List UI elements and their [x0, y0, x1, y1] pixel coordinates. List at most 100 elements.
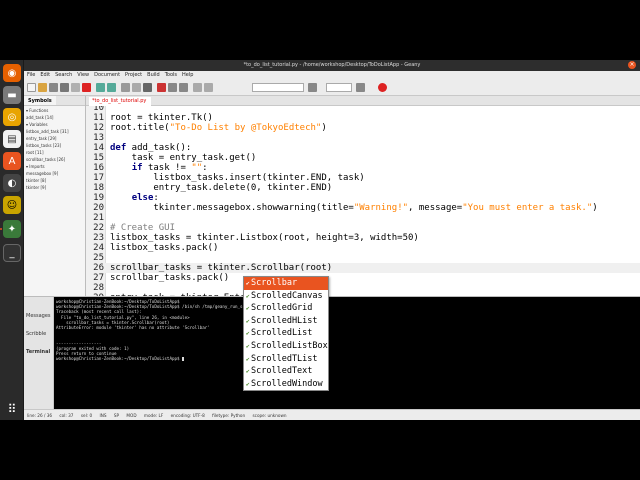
editor: *to_do_list_tutorial.py 10 11 root = tkint…: [86, 96, 640, 296]
goto-line-input[interactable]: [326, 83, 352, 92]
save-icon[interactable]: [49, 83, 58, 92]
tree-item[interactable]: add_task [14]: [26, 114, 83, 121]
code-line[interactable]: 17 listbox_tasks.insert(tkinter.END, tas…: [86, 173, 640, 183]
code-line[interactable]: 12 root.title("To-Do List by @TokyoEdtech…: [86, 123, 640, 133]
close-file-icon[interactable]: [82, 83, 91, 92]
menu-view[interactable]: View: [77, 71, 89, 80]
forward-icon[interactable]: [107, 83, 116, 92]
code-line[interactable]: 28: [86, 283, 640, 293]
tree-item[interactable]: listbox_tasks [23]: [26, 142, 83, 149]
tree-item[interactable]: tkinter [9]: [26, 184, 83, 191]
revert-icon[interactable]: [71, 83, 80, 92]
autocomplete-item[interactable]: ✔ScrolledText: [244, 365, 328, 378]
code-line[interactable]: 23 listbox_tasks = tkinter.Listbox(root, …: [86, 233, 640, 243]
menu-project[interactable]: Project: [125, 71, 142, 80]
files-icon[interactable]: ▬: [3, 86, 21, 104]
active-app-indicator: [0, 228, 2, 230]
tree-item[interactable]: listbox_add_task [31]: [26, 128, 83, 135]
autocomplete-item[interactable]: ✔ScrolledGrid: [244, 302, 328, 315]
line-text: else:: [131, 193, 159, 203]
execute-icon[interactable]: [143, 83, 152, 92]
code-line[interactable]: 10: [86, 106, 640, 113]
tree-item[interactable]: root [11]: [26, 149, 83, 156]
code-line[interactable]: 21: [86, 213, 640, 223]
gimp-icon[interactable]: ☺: [3, 196, 21, 214]
find-icon[interactable]: [308, 83, 317, 92]
firefox-icon[interactable]: ◉: [3, 64, 21, 82]
menu-edit[interactable]: Edit: [40, 71, 50, 80]
goto-icon[interactable]: [356, 83, 365, 92]
code-line[interactable]: 26 scrollbar_tasks = tkinter.Scrollbar(ro…: [86, 263, 640, 273]
tree-item[interactable]: ▾ Functions: [26, 107, 83, 114]
code-line[interactable]: 11 root = tkinter.Tk(): [86, 113, 640, 123]
autocomplete-item[interactable]: ✔ScrolledHList: [244, 315, 328, 328]
line-text: # Create GUI: [110, 223, 176, 233]
line-number: 28: [93, 283, 104, 293]
tree-item[interactable]: ▾ Imports: [26, 163, 83, 170]
code-line[interactable]: 13: [86, 133, 640, 143]
code-line[interactable]: 20 tkinter.messagebox.showwarning(title=…: [86, 203, 640, 213]
tree-item[interactable]: entry_task [29]: [26, 135, 83, 142]
code-line[interactable]: 14 def add_task():: [86, 143, 640, 153]
tree-item[interactable]: scrollbar_tasks [26]: [26, 156, 83, 163]
menu-file[interactable]: File: [27, 71, 35, 80]
close-window-button[interactable]: ×: [628, 61, 636, 69]
tab-messages[interactable]: Messages: [26, 313, 52, 319]
terminal-output[interactable]: workshop@Christian-ZenBook:~/Desktop/ToD…: [54, 297, 640, 410]
zoom-in-icon[interactable]: [168, 83, 177, 92]
menu-tools[interactable]: Tools: [165, 71, 177, 80]
color-chooser-icon[interactable]: [157, 83, 166, 92]
tree-item[interactable]: messagebox [9]: [26, 170, 83, 177]
code-line[interactable]: 22 # Create GUI: [86, 223, 640, 233]
tree-item[interactable]: tkinter [8]: [26, 177, 83, 184]
autocomplete-item[interactable]: ✔ScrolledWindow: [244, 378, 328, 391]
code-line[interactable]: 18 entry_task.delete(0, tkinter.END): [86, 183, 640, 193]
indent-icon[interactable]: [193, 83, 202, 92]
autocomplete-item[interactable]: ✔ScrolledTList: [244, 353, 328, 366]
code-line[interactable]: 25: [86, 253, 640, 263]
status-line: line: 26 / 36: [27, 413, 53, 418]
obs-icon[interactable]: ◐: [3, 174, 21, 192]
tab-terminal[interactable]: Terminal: [26, 349, 52, 355]
zoom-out-icon[interactable]: [179, 83, 188, 92]
back-icon[interactable]: [96, 83, 105, 92]
autocomplete-label: ScrolledHList: [251, 315, 318, 326]
geany-icon[interactable]: ✦: [3, 220, 21, 238]
code-line[interactable]: 19 else:: [86, 193, 640, 203]
software-center-icon[interactable]: A: [3, 152, 21, 170]
autocomplete-item[interactable]: ✔ScrolledList: [244, 327, 328, 340]
open-file-icon[interactable]: [38, 83, 47, 92]
save-all-icon[interactable]: [60, 83, 69, 92]
terminal-icon[interactable]: _: [3, 244, 21, 262]
code-line[interactable]: 15 task = entry_task.get(): [86, 153, 640, 163]
menu-search[interactable]: Search: [55, 71, 72, 80]
new-file-icon[interactable]: [27, 83, 36, 92]
autocomplete-label: ScrolledWindow: [251, 378, 323, 389]
menu-build[interactable]: Build: [147, 71, 160, 80]
autocomplete-item[interactable]: ✔Scrollbar: [244, 277, 328, 290]
tab-symbols[interactable]: Symbols: [24, 96, 56, 105]
menu-help[interactable]: Help: [182, 71, 193, 80]
menu-document[interactable]: Document: [94, 71, 120, 80]
autocomplete-label: ScrolledGrid: [251, 303, 313, 314]
rhythmbox-icon[interactable]: ◎: [3, 108, 21, 126]
autocomplete-item[interactable]: ✔ScrolledCanvas: [244, 290, 328, 303]
unindent-icon[interactable]: [204, 83, 213, 92]
code-line[interactable]: 27 scrollbar_tasks.pack(): [86, 273, 640, 283]
tab-scribble[interactable]: Scribble: [26, 331, 52, 337]
autocomplete-item[interactable]: ✔ScrolledListBox: [244, 340, 328, 353]
code-area[interactable]: 10 11 root = tkinter.Tk() 12 root.title("To-…: [86, 106, 640, 296]
writer-icon[interactable]: ▤: [3, 130, 21, 148]
line-number: 16: [93, 163, 104, 173]
code-line[interactable]: 16 if task != "":: [86, 163, 640, 173]
compile-icon[interactable]: [121, 83, 130, 92]
code-line[interactable]: 24 listbox_tasks.pack(): [86, 243, 640, 253]
build-icon[interactable]: [132, 83, 141, 92]
quit-icon[interactable]: [378, 83, 387, 92]
show-apps-icon[interactable]: ⠿: [3, 400, 21, 418]
autocomplete-label: ScrolledTList: [251, 353, 318, 364]
tab-document[interactable]: *to_do_list_tutorial.py: [89, 97, 151, 106]
search-input[interactable]: [252, 83, 304, 92]
tree-item[interactable]: ▾ Variables: [26, 121, 83, 128]
line-text: if task != "":: [131, 163, 208, 173]
